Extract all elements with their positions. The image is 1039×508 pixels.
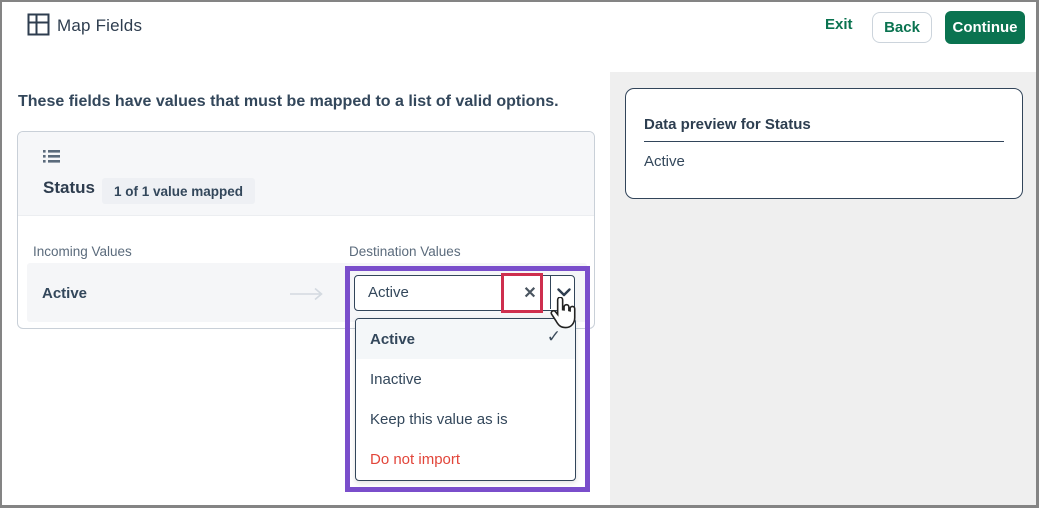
destination-value-combobox[interactable]: Active ✕: [354, 275, 575, 311]
option-label: Inactive: [370, 370, 422, 388]
option-keep-value[interactable]: Keep this value as is: [356, 399, 575, 439]
table-grid-icon: [27, 13, 50, 41]
option-label: Do not import: [370, 450, 461, 468]
preview-divider: [644, 141, 1004, 142]
option-label: Active: [370, 330, 416, 348]
option-do-not-import[interactable]: Do not import: [356, 439, 575, 479]
chevron-down-icon[interactable]: [552, 276, 575, 309]
check-icon: ✓: [546, 327, 561, 346]
destination-values-header: Destination Values: [349, 244, 461, 259]
field-card-header: Status 1 of 1 value mapped: [18, 132, 594, 216]
top-bar: Map Fields Exit Back Continue: [2, 2, 1036, 72]
mapping-instructions-heading: These fields have values that must be ma…: [18, 93, 559, 110]
incoming-value: Active: [42, 285, 88, 302]
preview-value: Active: [644, 153, 685, 170]
combobox-divider: [550, 276, 551, 309]
exit-link[interactable]: Exit: [825, 16, 853, 33]
mapped-count-badge: 1 of 1 value mapped: [102, 178, 256, 204]
back-button[interactable]: Back: [872, 12, 932, 43]
option-label: Keep this value as is: [370, 410, 508, 428]
mapping-arrow-icon: [289, 287, 325, 306]
clear-selection-icon[interactable]: ✕: [510, 276, 550, 309]
data-preview-panel: Data preview for Status Active: [610, 72, 1036, 505]
map-fields-page: Map Fields Exit Back Continue These fiel…: [0, 0, 1039, 508]
field-name: Status: [43, 178, 95, 197]
page-title: Map Fields: [57, 16, 143, 35]
destination-options-menu: Active ✓ Inactive Keep this value as is …: [355, 318, 576, 481]
preview-title: Data preview for Status: [644, 116, 811, 133]
continue-button[interactable]: Continue: [945, 11, 1025, 44]
option-inactive[interactable]: Inactive: [356, 359, 575, 399]
list-icon: [43, 149, 60, 169]
option-active[interactable]: Active ✓: [356, 319, 575, 359]
combobox-selected-value: Active: [368, 284, 409, 301]
data-preview-card: Data preview for Status Active: [625, 88, 1023, 199]
incoming-values-header: Incoming Values: [33, 244, 132, 259]
